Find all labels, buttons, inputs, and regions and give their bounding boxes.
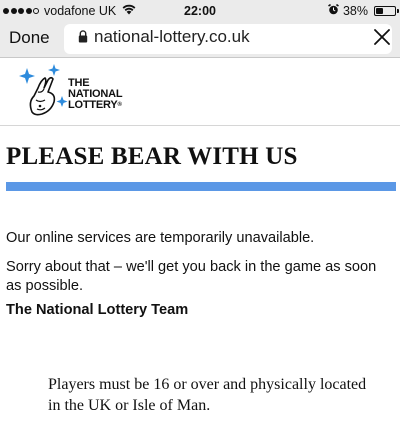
done-button[interactable]: Done — [9, 28, 50, 48]
registered-mark: ® — [117, 102, 122, 108]
status-bar: vodafone UK 22:00 38% — [0, 0, 400, 22]
logo-wordmark: THE NATIONAL LOTTERY® — [68, 78, 123, 111]
header-divider — [0, 125, 400, 126]
battery-icon — [374, 6, 399, 16]
national-lottery-logo[interactable]: THE NATIONAL LOTTERY® — [18, 62, 138, 124]
alarm-icon — [328, 3, 339, 18]
logo-line-3: LOTTERY — [68, 99, 118, 111]
apology-message: Sorry about that – we'll get you back in… — [6, 259, 377, 294]
url-text[interactable]: national-lottery.co.uk — [94, 27, 250, 47]
lock-icon — [78, 30, 88, 48]
status-right: 38% — [328, 3, 399, 18]
lotto-crossed-fingers-icon — [19, 64, 68, 116]
team-signature: The National Lottery Team — [6, 302, 189, 318]
battery-percent: 38% — [342, 4, 368, 18]
close-icon[interactable] — [373, 28, 391, 51]
browser-toolbar: Done national-lottery.co.uk — [0, 22, 400, 58]
accent-bar — [6, 182, 396, 191]
unavailable-message: Our online services are temporarily unav… — [6, 230, 315, 246]
page-title: PLEASE BEAR WITH US — [6, 143, 298, 170]
age-restriction-note: Players must be 16 or over and physicall… — [48, 376, 367, 414]
